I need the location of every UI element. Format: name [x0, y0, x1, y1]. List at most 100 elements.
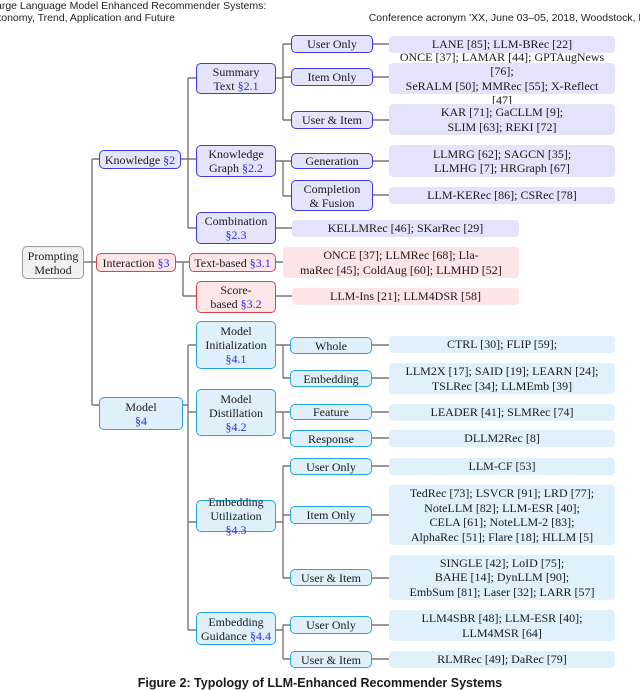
- guidance-user-only-label: User Only: [306, 618, 356, 632]
- util-user-item-label: User & Item: [301, 570, 361, 585]
- paper-list-line: LLM4MSR [64]: [462, 625, 542, 640]
- leaf-init-embedding: LLM2X [17]; SAID [19]; LEARN [24]; TSLRec…: [389, 363, 615, 394]
- node-util-user-item: User & Item: [290, 569, 372, 586]
- node-kg-completion-fusion: Completion & Fusion: [291, 180, 373, 211]
- score-based-label-line2: based: [210, 297, 238, 311]
- paper-list-line: SINGLE [42]; LoID [75];: [439, 555, 565, 570]
- text-based-label: Text-based: [194, 255, 247, 270]
- connector-summary-text: [276, 43, 291, 121]
- summary-item-only-label: Item Only: [307, 70, 357, 84]
- leaf-kg-generation: LLMRG [62]; SAGCN [35]; LLMHG [7]; HRGrap…: [389, 145, 615, 177]
- paper-list-line: LLM-CF [53]: [468, 459, 536, 474]
- root-label-line2: Method: [34, 262, 72, 277]
- initialization-section-ref[interactable]: §4.1: [226, 352, 247, 366]
- paper-list-line: maRec [45]; ColdAug [60]; LLMHD [52]: [300, 262, 502, 277]
- paper-list-line: NoteLLM [82]; LLM-ESR [40];: [424, 500, 580, 515]
- leaf-util-user-only: LLM-CF [53]: [389, 458, 615, 475]
- node-knowledge: Knowledge §2: [99, 150, 181, 169]
- node-text-based: Text-based §3.1: [189, 253, 276, 272]
- kg-generation-label: Generation: [305, 154, 359, 168]
- paper-list-line: BAHE [14]; DynLLM [90];: [434, 570, 570, 585]
- score-based-section-ref[interactable]: §3.2: [241, 297, 262, 311]
- node-summary-item-only: Item Only: [291, 68, 373, 86]
- util-item-only-label: Item Only: [306, 508, 356, 522]
- paper-list-line: KELLMRec [46]; SKarRec [29]: [327, 221, 484, 236]
- node-guidance-user-item: User & Item: [290, 651, 372, 668]
- kg-label-line1: Knowledge: [208, 147, 264, 161]
- summary-user-item-label: User & Item: [302, 113, 362, 127]
- interaction-label: Interaction: [102, 255, 155, 270]
- knowledge-label: Knowledge: [104, 152, 161, 167]
- node-embedding-guidance: Embedding Guidance §4.4: [196, 612, 276, 645]
- node-combination: Combination §2.3: [196, 212, 276, 244]
- connector-knowledge: [181, 77, 196, 229]
- node-kg-generation: Generation: [291, 153, 373, 169]
- node-util-user-only: User Only: [290, 458, 372, 475]
- leaf-init-whole: CTRL [30]; FLIP [59];: [389, 336, 615, 353]
- paper-list-line: KAR [71]; GaCLLM [9];: [440, 105, 564, 119]
- paper-list-line: LLM-Ins [21]; LLM4DSR [58]: [330, 289, 481, 304]
- paper-list-line: LEADER [41]; SLMRec [74]: [430, 405, 574, 420]
- initialization-label-line2: Initialization: [205, 338, 267, 352]
- connector-model: [183, 344, 196, 631]
- paper-list-line: LLMRG [62]; SAGCN [35];: [432, 146, 572, 161]
- paper-list-line: LLM4SBR [48]; LLM-ESR [40];: [421, 611, 583, 625]
- leaf-distill-feature: LEADER [41]; SLMRec [74]: [389, 404, 615, 421]
- node-model-distillation: Model Distillation §4.2: [196, 389, 276, 436]
- paper-list-line: AlphaRec [51]; Flare [18]; HLLM [5]: [410, 529, 594, 544]
- leaf-text-based: ONCE [37]; LLMRec [68]; Lla-maRec [45]; …: [283, 247, 519, 278]
- utilization-section-ref[interactable]: §4.3: [226, 523, 247, 537]
- model-label: Model: [125, 399, 157, 414]
- kg-completion-label-line2: & Fusion: [309, 195, 355, 210]
- util-user-only-label: User Only: [306, 459, 356, 474]
- paper-list-line: SLIM [63]; REKI [72]: [447, 119, 557, 134]
- node-model: Model §4: [99, 397, 183, 430]
- node-model-initialization: Model Initialization §4.1: [196, 321, 276, 369]
- leaf-score-based: LLM-Ins [21]; LLM4DSR [58]: [292, 288, 519, 305]
- interaction-section-ref[interactable]: §3: [157, 256, 169, 270]
- node-guidance-user-only: User Only: [290, 616, 372, 634]
- paper-list-line: LLMHG [7]; HRGraph [67]: [434, 161, 570, 175]
- knowledge-section-ref[interactable]: §2: [163, 153, 175, 167]
- paper-list-line: LLM-KERec [86]; CSRec [78]: [427, 188, 577, 203]
- leaf-kg-completion-fusion: LLM-KERec [86]; CSRec [78]: [389, 187, 615, 204]
- kg-label-line2: Graph: [208, 161, 239, 175]
- distillation-label-line2: Distillation: [209, 405, 263, 420]
- paper-list-line: RLMRec [49]; DaRec [79]: [437, 652, 567, 667]
- node-interaction: Interaction §3: [96, 253, 176, 272]
- node-distill-response: Response: [290, 430, 372, 447]
- combination-section-ref[interactable]: §2.3: [225, 228, 246, 242]
- node-summary-text: Summary Text §2.1: [196, 63, 276, 94]
- utilization-label-line2: Utilization: [210, 509, 262, 523]
- paper-list-line: LLM2X [17]; SAID [19]; LEARN [24];: [405, 364, 599, 378]
- node-score-based: Score-based §3.2: [196, 281, 276, 313]
- init-embedding-label: Embedding: [303, 371, 359, 386]
- distillation-section-ref[interactable]: §4.2: [226, 420, 247, 434]
- paper-list-line: ONCE [37]; LAMAR [44]; GPTAugNews [76];: [399, 49, 605, 79]
- summary-text-section-ref[interactable]: §2.1: [238, 79, 259, 93]
- guidance-section-ref[interactable]: §4.4: [250, 629, 271, 643]
- kg-completion-label-line1: Completion: [303, 181, 361, 196]
- leaf-distill-response: DLLM2Rec [8]: [389, 430, 615, 447]
- score-based-label-line1: Score-: [220, 283, 252, 297]
- leaf-summary-user-item: KAR [71]; GaCLLM [9]; SLIM [63]; REKI [72…: [389, 104, 615, 135]
- leaf-util-item-only: TedRec [73]; LSVCR [91]; LRD [77]; NoteLL…: [389, 485, 615, 545]
- connector-kg: [276, 160, 291, 197]
- initialization-label-line1: Model: [220, 324, 252, 338]
- node-knowledge-graph: Knowledge Graph §2.2: [196, 145, 276, 177]
- paper-list-line: TSLRec [34]; LLMEmb [39]: [431, 378, 573, 393]
- node-init-whole: Whole: [290, 337, 372, 354]
- kg-section-ref[interactable]: §2.2: [242, 161, 263, 175]
- text-based-section-ref[interactable]: §3.1: [250, 256, 271, 270]
- node-summary-user-only: User Only: [291, 35, 373, 53]
- combination-label: Combination: [204, 214, 268, 228]
- node-summary-user-item: User & Item: [291, 111, 373, 129]
- leaf-guidance-user-only: LLM4SBR [48]; LLM-ESR [40]; LLM4MSR [64]: [389, 610, 615, 641]
- guidance-user-item-label: User & Item: [301, 652, 361, 667]
- guidance-label-line1: Embedding: [208, 614, 264, 629]
- distillation-label-line1: Model: [220, 391, 252, 406]
- paper-list-line: CELA [61]; NoteLLM-2 [83];: [429, 515, 575, 529]
- guidance-label-line2: Guidance: [201, 628, 247, 643]
- model-section-ref[interactable]: §4: [135, 414, 147, 428]
- figure-caption: Figure 2: Typology of LLM-Enhanced Recom…: [137, 676, 503, 690]
